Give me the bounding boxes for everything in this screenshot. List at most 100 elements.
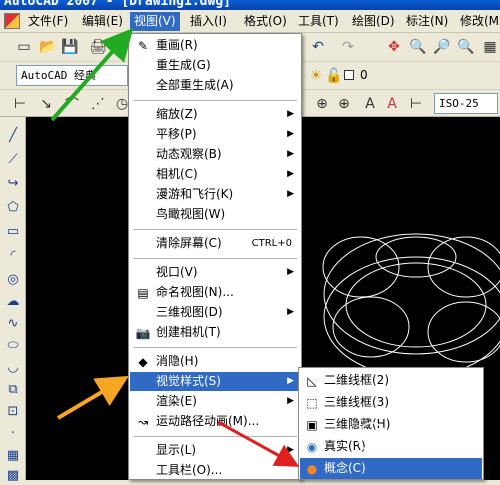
layer-state-icon[interactable]: ☀ xyxy=(306,66,326,86)
view-menu-item[interactable]: 相机(C) ▶ xyxy=(130,165,300,184)
dimension-style-select[interactable]: ISO-25 xyxy=(434,93,498,114)
visual-style-label: 概念(C) xyxy=(324,461,366,475)
visual-style-label: 三维线框(3) xyxy=(324,395,389,409)
dimension-text-edit-icon[interactable]: A xyxy=(382,94,402,114)
view-menu-item-label: 三维视图(D) xyxy=(156,305,223,319)
menu-3[interactable]: 插入(I) xyxy=(186,12,231,31)
view-menu-item-label: 视觉样式(S) xyxy=(156,374,221,388)
menu-separator xyxy=(133,436,297,437)
point-icon[interactable]: · xyxy=(3,423,23,443)
polygon-icon[interactable]: ⬠ xyxy=(3,197,23,217)
view-menu-item[interactable]: ▤ 命名视图(N)... xyxy=(130,283,300,302)
zoom-previous-icon[interactable]: 🔍 xyxy=(456,37,476,57)
open-file-icon[interactable]: 📂 xyxy=(38,37,58,57)
menu-0[interactable]: 文件(F) xyxy=(24,12,72,31)
construction-line-icon[interactable]: ⟋ xyxy=(3,149,23,169)
hide-icon: ◆ xyxy=(138,355,148,369)
layer-lock-icon[interactable]: 🔓 xyxy=(324,66,344,86)
view-menu-item[interactable]: 平移(P) ▶ xyxy=(130,125,300,144)
line-icon[interactable]: ╱ xyxy=(3,125,23,145)
view-menu-item[interactable]: 缩放(Z) ▶ xyxy=(130,105,300,124)
view-menu-item[interactable]: 📷 创建相机(T) xyxy=(130,323,300,342)
hatch-icon[interactable]: ▦ xyxy=(3,445,23,465)
motion-path-icon: ↝ xyxy=(137,415,149,429)
view-menu-item[interactable]: 工具栏(O)... xyxy=(130,461,300,480)
autocad-app-icon[interactable] xyxy=(4,13,20,29)
window-title: AutoCAD 2007 - [Drawing1.dwg] xyxy=(4,0,231,9)
submenu-arrow-icon: ▶ xyxy=(287,445,294,455)
pan-icon[interactable]: ✥ xyxy=(384,37,404,57)
menu-8[interactable]: 修改(M) xyxy=(456,12,500,31)
view-menu-item[interactable]: 全部重生成(A) xyxy=(130,76,300,95)
menu-4[interactable]: 格式(O) xyxy=(240,12,291,31)
submenu-arrow-icon: ▶ xyxy=(287,129,294,139)
redo-icon[interactable]: ↷ xyxy=(338,37,358,57)
menu-6[interactable]: 绘图(D) xyxy=(348,12,399,31)
view-menu-item[interactable]: 显示(L) ▶ xyxy=(130,441,300,460)
view-menu-item[interactable]: 渲染(E) ▶ xyxy=(130,392,300,411)
center-mark-icon[interactable]: ⊕ xyxy=(312,94,332,114)
menu-separator xyxy=(133,229,297,230)
view-menu-item[interactable]: 鸟瞰视图(W) xyxy=(130,205,300,224)
ordinate-dimension-icon[interactable]: ⋰ xyxy=(88,94,108,114)
insert-block-icon[interactable]: ⧉ xyxy=(3,379,23,399)
ellipse-icon[interactable]: ⬭ xyxy=(3,335,23,355)
visual-style-item[interactable]: ● 概念(C) xyxy=(300,458,482,479)
view-menu-item[interactable]: 重生成(G) xyxy=(130,56,300,75)
menu-separator xyxy=(133,100,297,101)
polyline-icon[interactable]: ↪ xyxy=(3,173,23,193)
dimension-update-icon[interactable]: ⊕ xyxy=(334,94,354,114)
submenu-arrow-icon: ▶ xyxy=(287,267,294,277)
visual-style-label: 二维线框(2) xyxy=(324,373,389,387)
properties-icon[interactable]: ▦ xyxy=(480,37,500,57)
revision-cloud-icon[interactable]: ☁ xyxy=(3,291,23,311)
plot-icon[interactable]: 🖨 xyxy=(88,37,108,57)
menu-2[interactable]: 视图(V) xyxy=(130,12,180,31)
visual-style-item[interactable]: ◺ 二维线框(2) xyxy=(300,370,482,391)
make-block-icon[interactable]: ⊡ xyxy=(3,401,23,421)
zoom-realtime-icon[interactable]: 🔍 xyxy=(408,37,428,57)
view-menu-item[interactable]: ◆ 消隐(H) xyxy=(130,352,300,371)
save-icon[interactable]: 💾 xyxy=(60,37,80,57)
undo-icon[interactable]: ↶ xyxy=(308,37,328,57)
menu-1[interactable]: 编辑(E) xyxy=(78,12,127,31)
2d-wireframe-icon: ◺ xyxy=(307,374,317,388)
camera-icon: 📷 xyxy=(135,326,151,340)
submenu-arrow-icon: ▶ xyxy=(287,169,294,179)
view-menu-item[interactable]: 动态观察(B) ▶ xyxy=(130,145,300,164)
arc-length-icon[interactable]: ⌒ xyxy=(62,94,82,114)
spline-icon[interactable]: ∿ xyxy=(3,313,23,333)
draw-toolbar: ╱ ⟋ ↪ ⬠ ▭ ◜ ◎ ☁ ∿ ⬭ ◡ ⧉ ⊡ · ▦ ▩ xyxy=(0,117,26,483)
view-menu-item[interactable]: ✎ 重画(R) xyxy=(130,36,300,55)
view-menu-item-label: 命名视图(N)... xyxy=(156,285,234,299)
view-menu-item[interactable]: ↝ 运动路径动画(M)... xyxy=(130,412,300,431)
circle-icon[interactable]: ◎ xyxy=(3,269,23,289)
menu-7[interactable]: 标注(N) xyxy=(402,12,452,31)
zoom-window-icon[interactable]: 🔎 xyxy=(432,37,452,57)
aligned-dimension-icon[interactable]: ↘ xyxy=(36,94,56,114)
workspace-select[interactable]: AutoCAD 经典 xyxy=(16,65,128,86)
submenu-arrow-icon: ▶ xyxy=(287,307,294,317)
view-menu-item[interactable]: 漫游和飞行(K) ▶ xyxy=(130,185,300,204)
dimension-style-icon[interactable]: ⊢ xyxy=(406,94,426,114)
visual-style-item[interactable]: ⬚ 三维线框(3) xyxy=(300,392,482,413)
view-menu-item[interactable]: 视口(V) ▶ xyxy=(130,263,300,282)
submenu-arrow-icon: ▶ xyxy=(287,189,294,199)
menu-separator xyxy=(133,258,297,259)
ellipse-arc-icon[interactable]: ◡ xyxy=(3,357,23,377)
view-menu-item-label: 动态观察(B) xyxy=(156,147,222,161)
linear-dimension-icon[interactable]: ⊢ xyxy=(10,94,30,114)
menu-5[interactable]: 工具(T) xyxy=(294,12,343,31)
new-file-icon[interactable]: ▭ xyxy=(14,37,34,57)
submenu-arrow-icon: ▶ xyxy=(287,109,294,119)
view-menu-item[interactable]: 三维视图(D) ▶ xyxy=(130,303,300,322)
gradient-icon[interactable]: ▩ xyxy=(3,465,23,485)
realistic-icon: ◉ xyxy=(306,440,318,454)
view-menu-item[interactable]: 清除屏幕(C) CTRL+0 xyxy=(130,234,300,253)
watermark-text: 溜溜自学 xyxy=(393,425,465,445)
dimension-edit-icon[interactable]: A xyxy=(360,94,380,114)
rectangle-icon[interactable]: ▭ xyxy=(3,221,23,241)
3d-hidden-icon: ▣ xyxy=(306,418,318,432)
view-menu-item[interactable]: 视觉样式(S) ▶ xyxy=(130,372,300,391)
arc-icon[interactable]: ◜ xyxy=(3,245,23,265)
